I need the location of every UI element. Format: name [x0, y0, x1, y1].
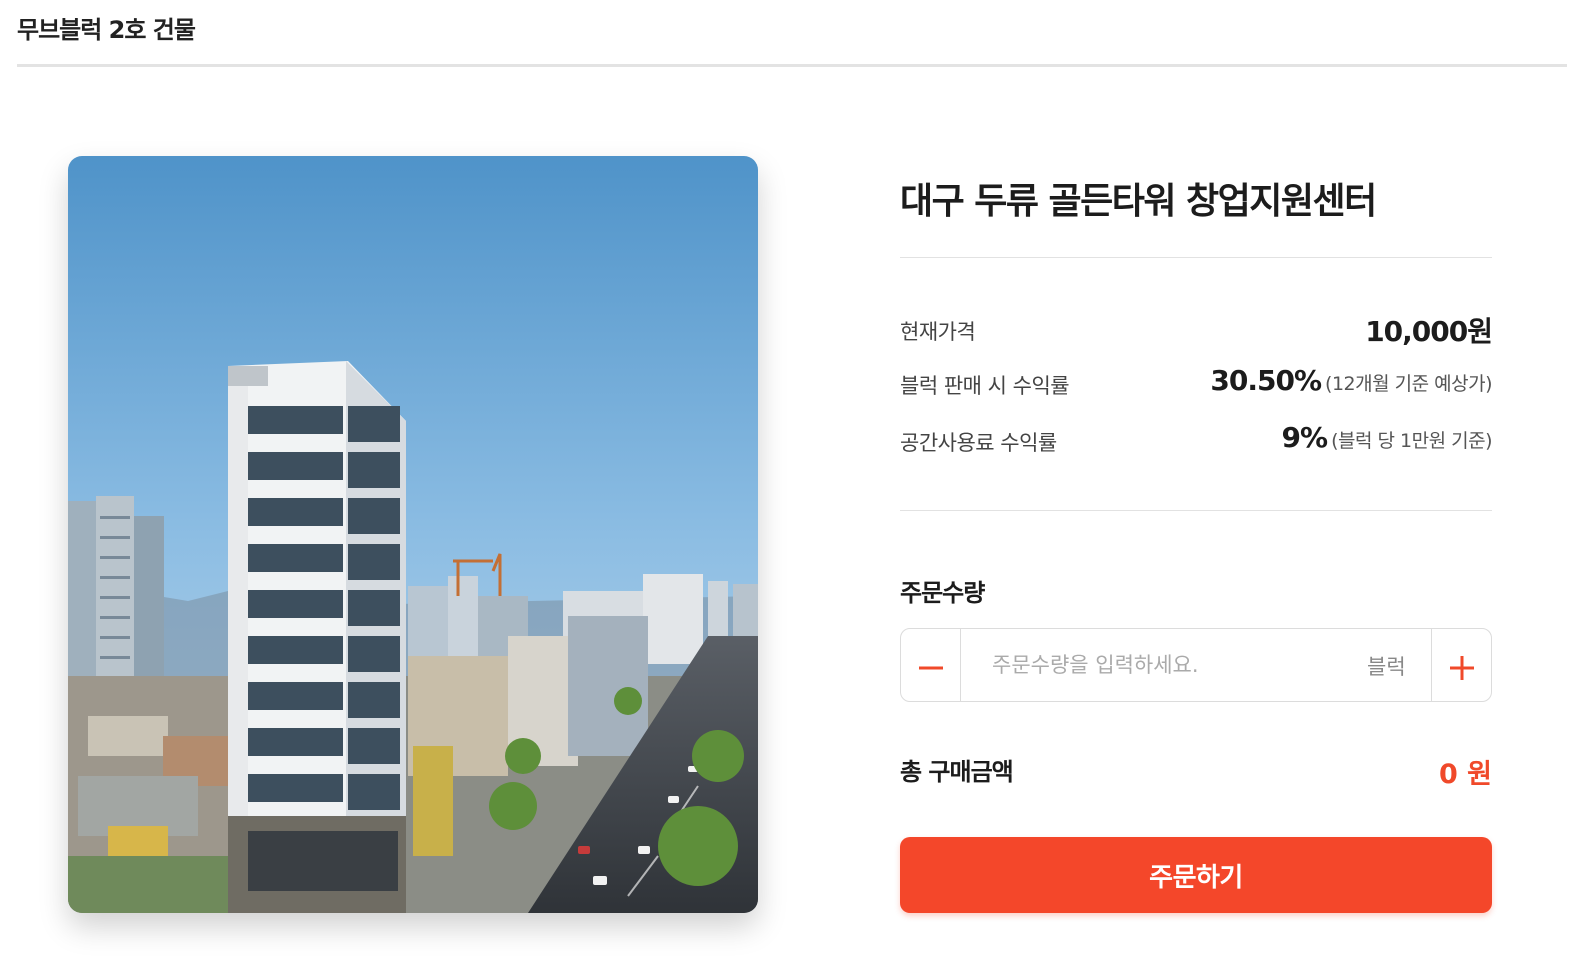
space-yield-label: 공간사용료 수익률 — [900, 431, 1057, 455]
page-header: 무브블럭 2호 건물 — [17, 0, 1567, 67]
minus-icon — [918, 666, 943, 669]
space-yield-row: 공간사용료 수익률 9% (블럭 당 1만원 기준) — [900, 421, 1492, 461]
current-price-label: 현재가격 — [900, 320, 976, 344]
sale-yield-row: 블럭 판매 시 수익률 30.50% (12개월 기준 예상가) — [900, 364, 1492, 404]
quantity-unit: 블럭 — [1367, 655, 1406, 679]
product-title: 대구 두류 골든타워 창업지원센터 — [900, 181, 1377, 222]
product-image — [68, 156, 758, 913]
divider — [900, 510, 1492, 511]
current-price-row: 현재가격 10,000원 — [900, 310, 1493, 350]
quantity-input[interactable] — [962, 629, 1372, 701]
minus-button[interactable] — [901, 629, 961, 701]
current-price-value: 10,000원 — [1365, 310, 1493, 350]
sale-yield-value: 30.50% (12개월 기준 예상가) — [1210, 364, 1492, 397]
current-price-amount: 10,000원 — [1365, 315, 1493, 348]
divider — [900, 257, 1492, 258]
sale-yield-note: (12개월 기준 예상가) — [1325, 373, 1492, 395]
plus-icon — [1449, 655, 1474, 680]
space-yield-value: 9% (블럭 당 1만원 기준) — [1281, 421, 1493, 454]
quantity-label: 주문수량 — [900, 579, 985, 607]
quantity-stepper: 블럭 — [900, 628, 1492, 702]
sale-yield-label: 블럭 판매 시 수익률 — [900, 374, 1070, 398]
total-value: 0 원 — [1438, 759, 1492, 790]
sale-yield-amount: 30.50% — [1210, 364, 1322, 397]
space-yield-amount: 9% — [1281, 421, 1329, 454]
page-title: 무브블럭 2호 건물 — [17, 16, 196, 44]
order-button[interactable]: 주문하기 — [900, 837, 1492, 913]
space-yield-note: (블럭 당 1만원 기준) — [1331, 430, 1492, 452]
total-label: 총 구매금액 — [900, 758, 1014, 786]
building-photo-icon — [68, 156, 758, 913]
plus-button[interactable] — [1431, 629, 1491, 701]
